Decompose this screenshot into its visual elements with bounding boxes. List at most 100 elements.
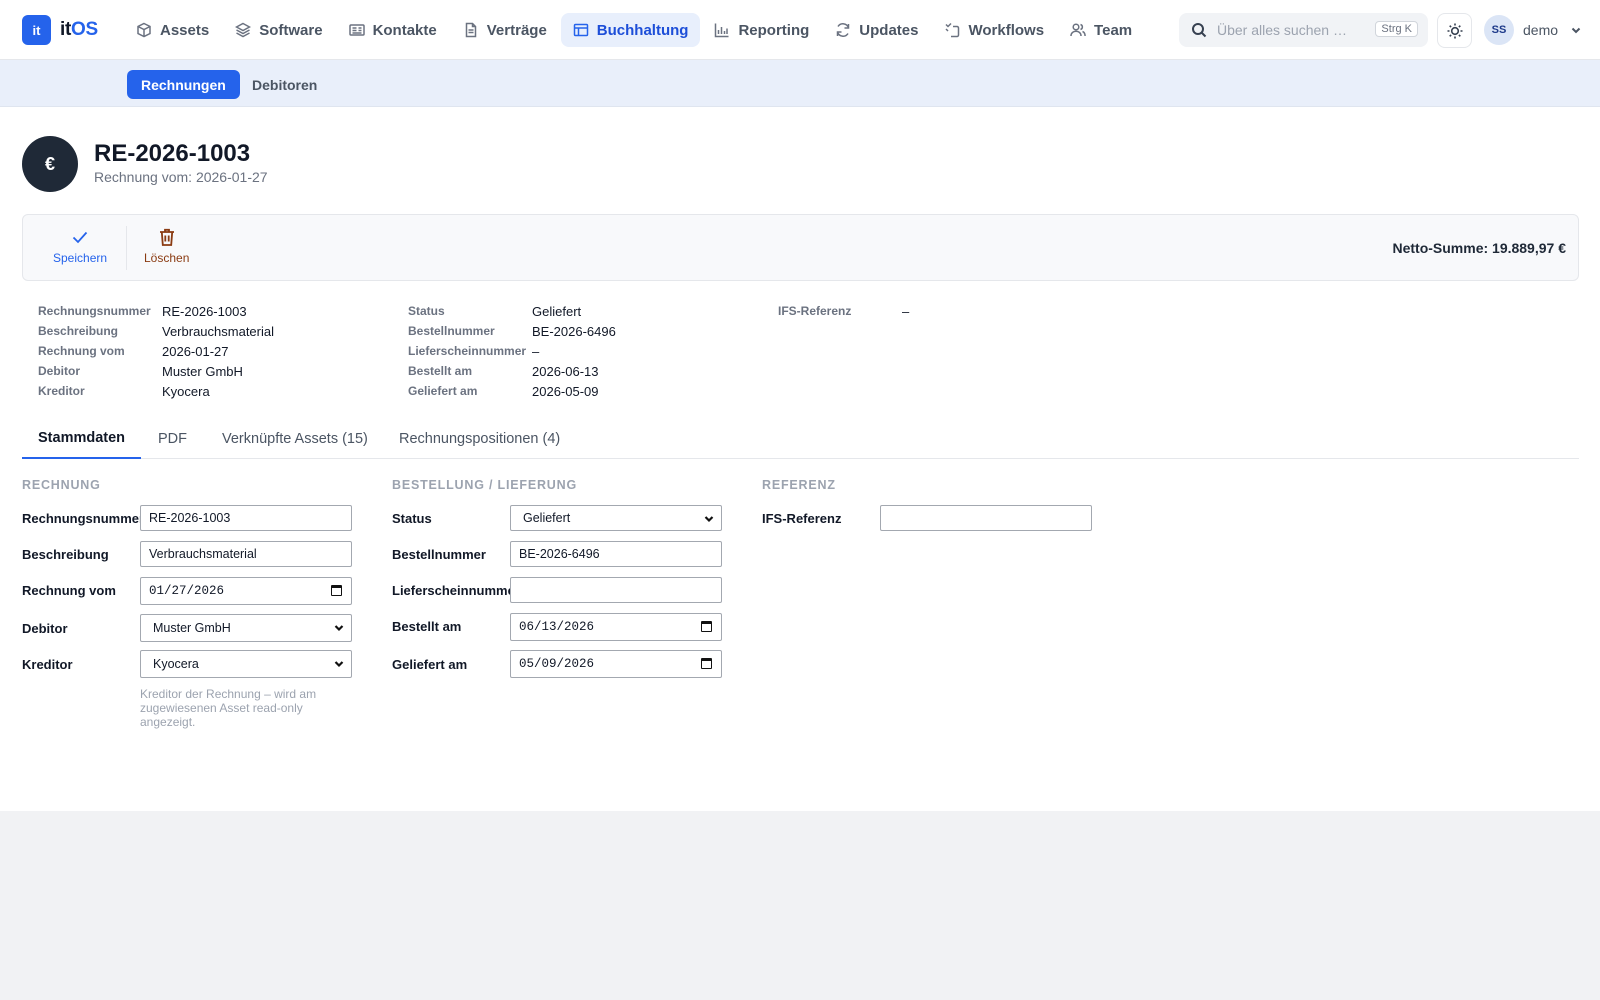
brand-name-part1: it: [60, 19, 72, 40]
summary-value: RE-2026-1003: [162, 303, 247, 319]
brand[interactable]: it itOS: [22, 15, 98, 45]
ifs-reference-input[interactable]: [880, 505, 1092, 531]
summary-column-reference: IFS-Referenz –: [778, 301, 909, 321]
theme-toggle-button[interactable]: [1437, 13, 1472, 48]
nav-label: Kontakte: [372, 21, 437, 39]
trash-icon: [159, 228, 174, 246]
tab-stammdaten[interactable]: Stammdaten: [22, 419, 142, 459]
calendar-icon[interactable]: [701, 621, 712, 632]
chevron-down-icon: [704, 516, 714, 523]
summary-label: Kreditor: [38, 384, 85, 398]
nav-label: Software: [259, 21, 323, 39]
net-sum: Netto-Summe: 19.889,97 €: [1392, 240, 1566, 256]
chevron-down-icon: [334, 625, 344, 632]
refresh-icon: [837, 23, 850, 37]
summary-label: IFS-Referenz: [778, 304, 852, 318]
summary-value: 2026-05-09: [532, 383, 599, 399]
nav-item-workflows[interactable]: Workflows: [932, 13, 1056, 47]
euro-icon: €: [22, 136, 78, 192]
section-title-invoice: RECHNUNG: [22, 478, 101, 492]
debtor-select[interactable]: Muster GmbH: [140, 614, 352, 642]
tab-verknuepfte-assets[interactable]: Verknüpfte Assets (15): [206, 419, 384, 459]
tab-pdf[interactable]: PDF: [142, 419, 203, 459]
field-label: Debitor: [22, 621, 68, 636]
summary-row: Kreditor Kyocera: [38, 381, 274, 401]
select-value: Kyocera: [153, 657, 199, 671]
summary-value: 2026-06-13: [532, 363, 599, 379]
description-input[interactable]: Verbrauchsmaterial: [140, 541, 352, 567]
nav-item-kontakte[interactable]: Kontakte: [337, 13, 449, 47]
summary-label: Bestellt am: [408, 364, 473, 378]
tab-rechnungspositionen[interactable]: Rechnungspositionen (4): [383, 419, 576, 459]
nav-label: Buchhaltung: [596, 21, 689, 39]
nav-item-reporting[interactable]: Reporting: [702, 13, 821, 47]
users-icon: [1070, 23, 1086, 37]
sun-icon: [1447, 23, 1462, 38]
page-subtitle: Rechnung vom: 2026-01-27: [94, 169, 268, 185]
subtab-rechnungen[interactable]: Rechnungen: [127, 70, 240, 99]
summary-row: Geliefert am 2026-05-09: [408, 381, 616, 401]
summary-row: Rechnung vom 2026-01-27: [38, 341, 274, 361]
search-input[interactable]: [1217, 22, 1367, 38]
global-search[interactable]: Strg K: [1179, 13, 1428, 47]
summary-row: IFS-Referenz –: [778, 301, 909, 321]
ordered-on-input[interactable]: 06/13/2026: [510, 613, 722, 641]
summary-label: Status: [408, 304, 445, 318]
save-button[interactable]: Speichern: [53, 227, 107, 265]
order-number-input[interactable]: BE-2026-6496: [510, 541, 722, 567]
delivered-on-input[interactable]: 05/09/2026: [510, 650, 722, 678]
invoice-date-input[interactable]: 01/27/2026: [140, 577, 352, 605]
summary-row: Debitor Muster GmbH: [38, 361, 274, 381]
document-icon: [465, 22, 476, 38]
layers-icon: [235, 22, 252, 38]
delete-button[interactable]: Löschen: [144, 227, 189, 265]
action-bar: Speichern Löschen Netto-Summe: 19.889,97…: [22, 214, 1579, 281]
main-nav: Assets Software Kontakte Verträge Buchha…: [124, 13, 1146, 47]
nav-label: Team: [1094, 21, 1133, 39]
check-icon: [72, 231, 88, 244]
date-value: 06/13/2026: [519, 620, 595, 634]
nav-item-vertraege[interactable]: Verträge: [451, 13, 559, 47]
field-label: Rechnung vom: [22, 583, 116, 598]
date-value: 05/09/2026: [519, 657, 595, 671]
sub-navigation: Rechnungen Debitoren: [0, 60, 1600, 107]
summary-value: Kyocera: [162, 383, 210, 399]
calendar-icon[interactable]: [701, 658, 712, 669]
main-content: € RE-2026-1003 Rechnung vom: 2026-01-27 …: [0, 107, 1600, 811]
calendar-icon[interactable]: [331, 585, 342, 596]
delivery-note-input[interactable]: [510, 577, 722, 603]
nav-item-team[interactable]: Team: [1058, 13, 1144, 47]
date-value: 01/27/2026: [149, 584, 225, 598]
status-select[interactable]: Geliefert: [510, 505, 722, 531]
nav-item-buchhaltung[interactable]: Buchhaltung: [560, 13, 701, 47]
top-navigation-bar: it itOS Assets Software Kontakte Verträg…: [0, 0, 1600, 60]
creditor-select[interactable]: Kyocera: [140, 650, 352, 678]
summary-row: Lieferscheinnummer –: [408, 341, 616, 361]
summary-value: Geliefert: [532, 303, 582, 319]
nav-label: Verträge: [486, 21, 547, 39]
search-shortcut-hint: Strg K: [1375, 21, 1418, 37]
summary-label: Debitor: [38, 364, 80, 378]
creditor-hint: Kreditor der Rechnung – wird am zugewies…: [140, 687, 317, 729]
invoice-number-input[interactable]: RE-2026-1003: [140, 505, 352, 531]
summary-row: Status Geliefert: [408, 301, 616, 321]
nav-item-updates[interactable]: Updates: [823, 13, 930, 47]
workflow-icon: [945, 22, 960, 38]
brand-name: itOS: [60, 19, 98, 41]
detail-tabs: Stammdaten PDF Verknüpfte Assets (15) Re…: [22, 419, 1579, 459]
summary-value: –: [902, 303, 910, 319]
field-label: Bestellnummer: [392, 547, 486, 562]
search-icon: [1192, 23, 1207, 38]
nav-item-assets[interactable]: Assets: [124, 13, 221, 47]
nav-label: Updates: [859, 21, 919, 39]
subtab-debitoren[interactable]: Debitoren: [238, 70, 331, 99]
nav-label: Reporting: [738, 21, 810, 39]
brand-name-part2: OS: [71, 19, 98, 40]
user-menu[interactable]: SS demo: [1484, 15, 1582, 45]
summary-label: Lieferscheinnummer: [408, 344, 527, 358]
summary-label: Rechnungsnummer: [38, 304, 151, 318]
avatar: SS: [1484, 15, 1514, 45]
field-label: Kreditor: [22, 657, 73, 672]
chevron-down-icon: [334, 661, 344, 668]
nav-item-software[interactable]: Software: [223, 13, 334, 47]
